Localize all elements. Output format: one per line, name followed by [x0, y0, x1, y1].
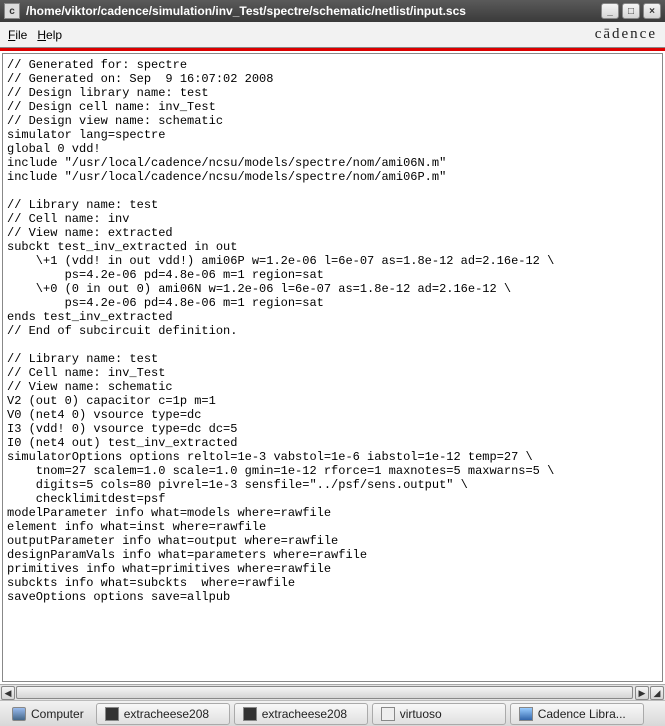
scrollbar-thumb[interactable] [16, 686, 633, 699]
taskbar-computer-label: Computer [31, 707, 84, 721]
window-controls: _ □ × [601, 3, 661, 19]
close-button[interactable]: × [643, 3, 661, 19]
taskbar-item-extracheese1[interactable]: extracheese208 [96, 703, 230, 725]
brand-logo: cādence [595, 26, 657, 43]
titlebar[interactable]: c /home/viktor/cadence/simulation/inv_Te… [0, 0, 665, 22]
taskbar-item-cadence-lib[interactable]: Cadence Libra... [510, 703, 644, 725]
scroll-left-button[interactable]: ◀ [1, 686, 15, 700]
terminal-icon [105, 707, 119, 721]
maximize-button[interactable]: □ [622, 3, 640, 19]
terminal-icon [243, 707, 257, 721]
computer-icon [12, 707, 26, 721]
taskbar-label: Cadence Libra... [538, 707, 626, 721]
menu-help[interactable]: Help [37, 28, 62, 42]
taskbar: Computer extracheese208 extracheese208 v… [0, 700, 665, 726]
menubar: File Help cādence [0, 22, 665, 48]
minimize-button[interactable]: _ [601, 3, 619, 19]
menu-help-mnemonic: H [37, 28, 46, 42]
content-area: // Generated for: spectre // Generated o… [0, 51, 665, 684]
virtuoso-icon [381, 707, 395, 721]
resize-gripper-icon[interactable]: ◢ [650, 686, 664, 700]
app-icon: c [4, 3, 20, 19]
taskbar-label: extracheese208 [124, 707, 209, 721]
window-title: /home/viktor/cadence/simulation/inv_Test… [26, 4, 601, 18]
horizontal-scrollbar[interactable]: ◀ ▶ ◢ [0, 684, 665, 700]
taskbar-label: extracheese208 [262, 707, 347, 721]
menu-file[interactable]: File [8, 28, 27, 42]
taskbar-item-virtuoso[interactable]: virtuoso [372, 703, 506, 725]
menu-file-rest: ile [15, 28, 27, 42]
menu-help-rest: elp [46, 28, 62, 42]
taskbar-label: virtuoso [400, 707, 442, 721]
app-window: c /home/viktor/cadence/simulation/inv_Te… [0, 0, 665, 700]
scroll-right-button[interactable]: ▶ [635, 686, 649, 700]
netlist-text-view[interactable]: // Generated for: spectre // Generated o… [2, 53, 663, 682]
library-icon [519, 707, 533, 721]
taskbar-computer[interactable]: Computer [4, 703, 92, 725]
taskbar-item-extracheese2[interactable]: extracheese208 [234, 703, 368, 725]
